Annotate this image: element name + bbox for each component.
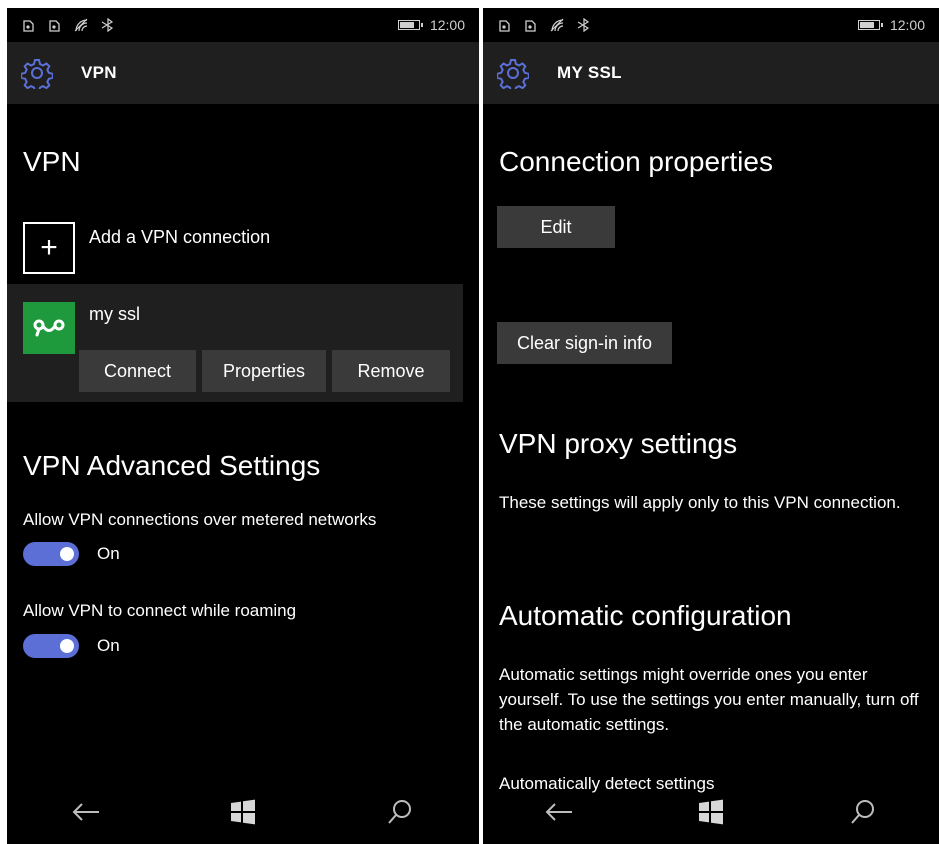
- section-title-advanced: VPN Advanced Settings: [23, 450, 321, 481]
- status-bar: 12:00: [483, 8, 939, 42]
- remove-button[interactable]: Remove: [332, 350, 450, 392]
- metered-toggle[interactable]: [23, 542, 79, 566]
- vpn-connection-name: my ssl: [89, 304, 140, 324]
- metered-toggle-state: On: [97, 544, 120, 563]
- vpn-actions: Connect Properties Remove: [79, 350, 450, 392]
- wifi-off-icon: [74, 18, 88, 32]
- search-icon: [388, 800, 412, 824]
- auto-config-description: Automatic settings might override ones y…: [499, 665, 919, 734]
- edit-button[interactable]: Edit: [497, 206, 615, 248]
- status-icons: [497, 17, 591, 33]
- windows-logo-icon: [699, 799, 723, 825]
- properties-content: Connection properties Edit Clear sign-in…: [483, 104, 939, 793]
- add-icon: +: [23, 222, 75, 274]
- page-title: VPN: [81, 63, 117, 82]
- roaming-toggle-state: On: [97, 636, 120, 655]
- battery-icon: [397, 20, 423, 30]
- clock: 12:00: [889, 17, 925, 33]
- windows-logo-icon: [230, 799, 255, 825]
- back-button[interactable]: [66, 792, 106, 832]
- navigation-bar: [7, 780, 479, 844]
- vpn-connection-icon: [23, 302, 75, 354]
- properties-button[interactable]: Properties: [202, 350, 326, 392]
- section-title-connection-properties: Connection properties: [499, 146, 773, 177]
- status-bar: 12:00: [7, 8, 479, 42]
- section-title-auto-config: Automatic configuration: [499, 600, 792, 631]
- status-icons: [21, 17, 115, 33]
- vpn-settings-screen: 12:00 VPN VPN + Add a VPN connection my …: [7, 8, 479, 844]
- vpn-connection-item[interactable]: my ssl Connect Properties Remove: [7, 284, 463, 402]
- start-button[interactable]: [691, 792, 731, 832]
- bluetooth-icon: [101, 17, 114, 33]
- battery-icon: [857, 20, 883, 30]
- page-title: MY SSL: [557, 63, 622, 82]
- page-header: MY SSL: [483, 42, 939, 104]
- page-header: VPN: [7, 42, 479, 104]
- metered-label: Allow VPN connections over metered netwo…: [23, 510, 377, 529]
- section-title-proxy: VPN proxy settings: [499, 428, 738, 459]
- gear-icon: [21, 59, 53, 89]
- back-button[interactable]: [539, 792, 579, 832]
- sim-signal-icon: [499, 20, 510, 32]
- add-vpn-connection-label: Add a VPN connection: [89, 227, 271, 247]
- vpn-content: VPN + Add a VPN connection my ssl Connec…: [7, 104, 479, 780]
- proxy-description: These settings will apply only to this V…: [499, 493, 901, 512]
- connect-button[interactable]: Connect: [79, 350, 196, 392]
- sim-signal-icon: [23, 20, 34, 32]
- start-button[interactable]: [223, 792, 263, 832]
- section-title-vpn: VPN: [23, 146, 81, 177]
- roaming-toggle-row: On: [23, 634, 120, 658]
- bluetooth-icon: [577, 17, 590, 33]
- sim-signal-icon: [525, 20, 536, 32]
- navigation-bar: [483, 780, 939, 844]
- sim-signal-icon: [49, 20, 60, 32]
- add-vpn-connection-button[interactable]: + Add a VPN connection: [23, 222, 270, 274]
- vpn-connection-properties-screen: 12:00 MY SSL Connection properties Edit …: [483, 8, 939, 844]
- status-right: 12:00: [857, 17, 925, 33]
- link-icon: [33, 319, 65, 337]
- status-right: 12:00: [397, 17, 465, 33]
- roaming-toggle[interactable]: [23, 634, 79, 658]
- back-arrow-icon: [72, 803, 99, 821]
- clock: 12:00: [429, 17, 465, 33]
- search-button[interactable]: [380, 792, 420, 832]
- back-arrow-icon: [545, 803, 572, 821]
- clear-sign-in-info-button[interactable]: Clear sign-in info: [497, 322, 673, 364]
- search-button[interactable]: [843, 792, 883, 832]
- gear-icon: [497, 59, 529, 89]
- roaming-label: Allow VPN to connect while roaming: [23, 601, 297, 620]
- search-icon: [851, 800, 874, 824]
- metered-toggle-row: On: [23, 542, 120, 566]
- wifi-off-icon: [550, 18, 564, 32]
